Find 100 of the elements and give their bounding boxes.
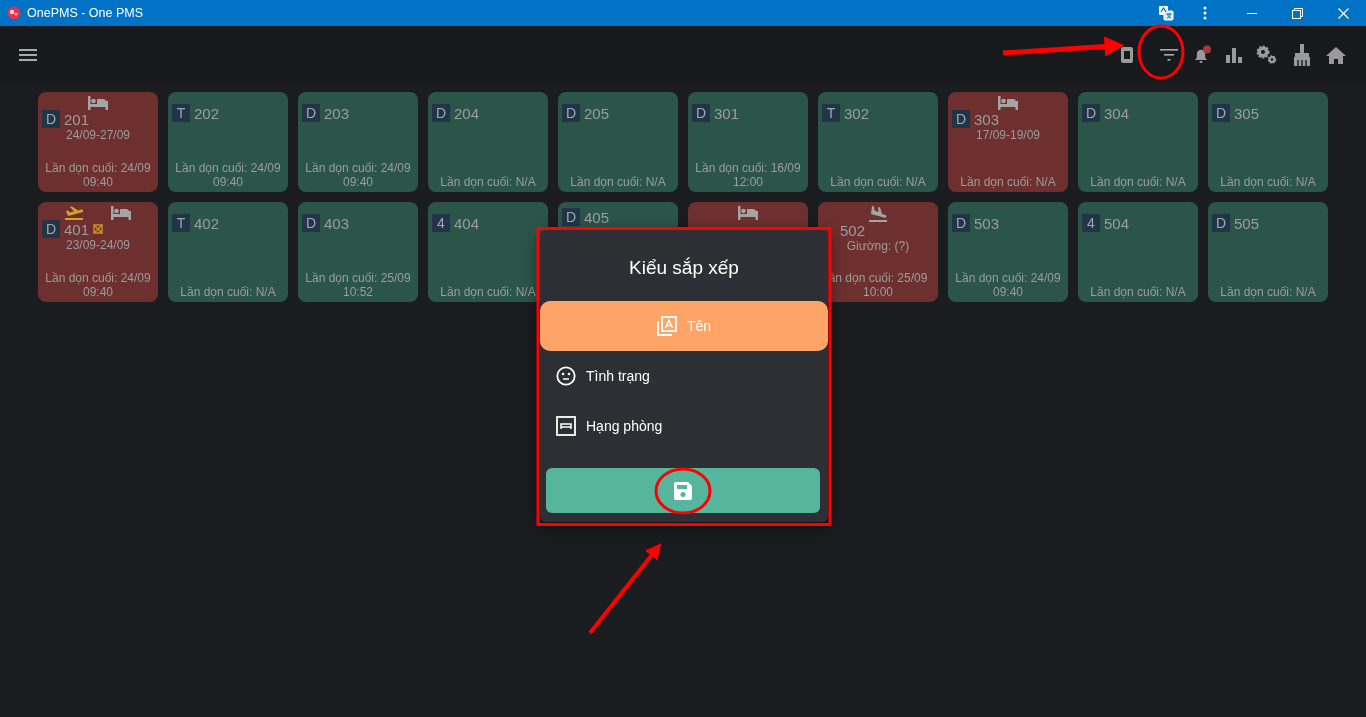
broom-icon[interactable] [1292,44,1312,66]
app-logo-icon [7,6,21,20]
room-card[interactable]: D 305 Lần dọn cuối: N/A [1208,92,1328,192]
window-title: OnePMS - One PMS [27,6,143,20]
room-card[interactable]: D 301 Lần dọn cuối: 16/09 12:00 [688,92,808,192]
bed-icon [556,416,576,436]
sort-by-name-icon [656,316,677,336]
bar-chart-icon[interactable] [1226,47,1242,63]
stay-dates: 24/09-27/09 [65,128,131,142]
minimize-icon[interactable] [1247,12,1257,14]
device-icon[interactable] [1120,46,1134,64]
last-cleaned-text: Lần dọn cuối: N/A [1089,175,1187,189]
filter-icon[interactable] [1160,49,1178,61]
room-type-badge: T [172,214,190,232]
room-card[interactable]: 4 404 Lần dọn cuối: N/A [428,202,548,302]
restore-icon[interactable] [1292,7,1303,19]
room-type-badge: D [562,104,580,122]
last-cleaned-text: Lần dọn cuối: 24/09 09:40 [44,271,152,299]
room-number: 504 [1104,214,1130,232]
room-type-badge: D [562,208,580,226]
room-number: 304 [1104,104,1130,122]
bed-info: Giường: (?) [846,239,910,253]
room-number: 301 [714,104,740,122]
room-card[interactable]: T 202 Lần dọn cuối: 24/09 09:40 [168,92,288,192]
room-type-badge: D [432,104,450,122]
room-number: 303 [974,110,1000,128]
room-number: 302 [844,104,870,122]
sort-option[interactable]: Hạng phòng [540,401,828,451]
room-card[interactable]: D 304 Lần dọn cuối: N/A [1078,92,1198,192]
room-number: 202 [194,104,220,122]
last-cleaned-text: Lần dọn cuối: 16/09 12:00 [694,161,802,189]
highlight-ring [1137,24,1185,80]
room-type-badge: D [42,110,60,128]
last-cleaned-text: Lần dọn cuối: N/A [569,175,667,189]
last-cleaned-text: Lần dọn cuối: 24/09 09:40 [304,161,412,189]
room-card[interactable]: T 302 Lần dọn cuối: N/A [818,92,938,192]
last-cleaned-text: Lần dọn cuối: 24/09 09:40 [954,271,1062,299]
last-cleaned-text: Lần dọn cuối: N/A [439,285,537,299]
home-icon[interactable] [1326,46,1346,64]
room-type-badge: 4 [432,214,450,232]
last-cleaned-text: Lần dọn cuối: 24/09 09:40 [44,161,152,189]
room-type-badge: T [172,104,190,122]
stay-dates: 23/09-24/09 [65,238,131,252]
last-cleaned-text: Lần dọn cuối: N/A [439,175,537,189]
room-number: 402 [194,214,220,232]
last-cleaned-text: Lần dọn cuối: N/A [959,175,1057,189]
room-card[interactable]: D 505 Lần dọn cuối: N/A [1208,202,1328,302]
room-number: 203 [324,104,350,122]
room-type-badge: D [42,220,60,238]
last-cleaned-text: Lần dọn cuối: N/A [829,175,927,189]
settings-icon[interactable] [1256,45,1278,65]
room-card[interactable]: D 403 Lần dọn cuối: 25/09 10:52 [298,202,418,302]
room-type-badge: D [1212,214,1230,232]
last-cleaned-text: Lần dọn cuối: N/A [1089,285,1187,299]
sort-option[interactable]: Tình trạng [540,351,828,401]
room-number: 201 [64,110,90,128]
room-card[interactable]: D 303 17/09-19/09 Lần dọn cuối: N/A [948,92,1068,192]
room-type-badge: D [302,214,320,232]
room-type-badge: D [1082,104,1100,122]
last-cleaned-text: Lần dọn cuối: 25/09 10:52 [304,271,412,299]
room-type-badge: D [1212,104,1230,122]
room-type-badge: T [822,104,840,122]
room-number: 401 [64,220,90,238]
room-card[interactable]: D 203 Lần dọn cuối: 24/09 09:40 [298,92,418,192]
room-number: 204 [454,104,480,122]
room-card[interactable]: D 205 Lần dọn cuối: N/A [558,92,678,192]
room-number: 503 [974,214,1000,232]
more-options-icon[interactable] [1203,6,1207,20]
room-card[interactable]: D 201 24/09-27/09 Lần dọn cuối: 24/09 09:40 [38,92,158,192]
room-type-badge: D [302,104,320,122]
room-type-badge: D [952,214,970,232]
save-button[interactable] [546,468,820,513]
notification-bell-icon[interactable] [1192,45,1212,65]
room-card[interactable]: D 503 Lần dọn cuối: 24/09 09:40 [948,202,1068,302]
room-number: 305 [1234,104,1260,122]
highlight-ring [654,467,712,515]
stay-dates: 17/09-19/09 [975,128,1041,142]
smiley-icon [556,366,576,386]
room-card[interactable]: 4 504 Lần dọn cuối: N/A [1078,202,1198,302]
last-cleaned-text: Lần dọn cuối: N/A [179,285,277,299]
translate-icon[interactable] [1158,5,1174,21]
menu-icon[interactable] [19,49,37,61]
room-card[interactable]: D 401 23/09-24/09 Lần dọn cuối: 24/09 09:40 [38,202,158,302]
room-number: 405 [584,208,610,226]
save-icon [674,481,692,500]
room-number: 502 [840,222,866,239]
last-cleaned-text: Lần dọn cuối: N/A [1219,175,1317,189]
room-card[interactable]: D 204 Lần dọn cuối: N/A [428,92,548,192]
room-type-badge: D [952,110,970,128]
room-number: 403 [324,214,350,232]
room-type-badge: D [692,104,710,122]
room-number: 205 [584,104,610,122]
room-type-badge: 4 [1082,214,1100,232]
last-cleaned-text: Lần dọn cuối: N/A [1219,285,1317,299]
last-cleaned-text: Lần dọn cuối: 24/09 09:40 [174,161,282,189]
close-icon[interactable] [1338,7,1349,19]
dialog-title: Kiểu sắp xếp [629,257,739,279]
room-number: 505 [1234,214,1260,232]
room-number: 404 [454,214,480,232]
room-card[interactable]: T 402 Lần dọn cuối: N/A [168,202,288,302]
